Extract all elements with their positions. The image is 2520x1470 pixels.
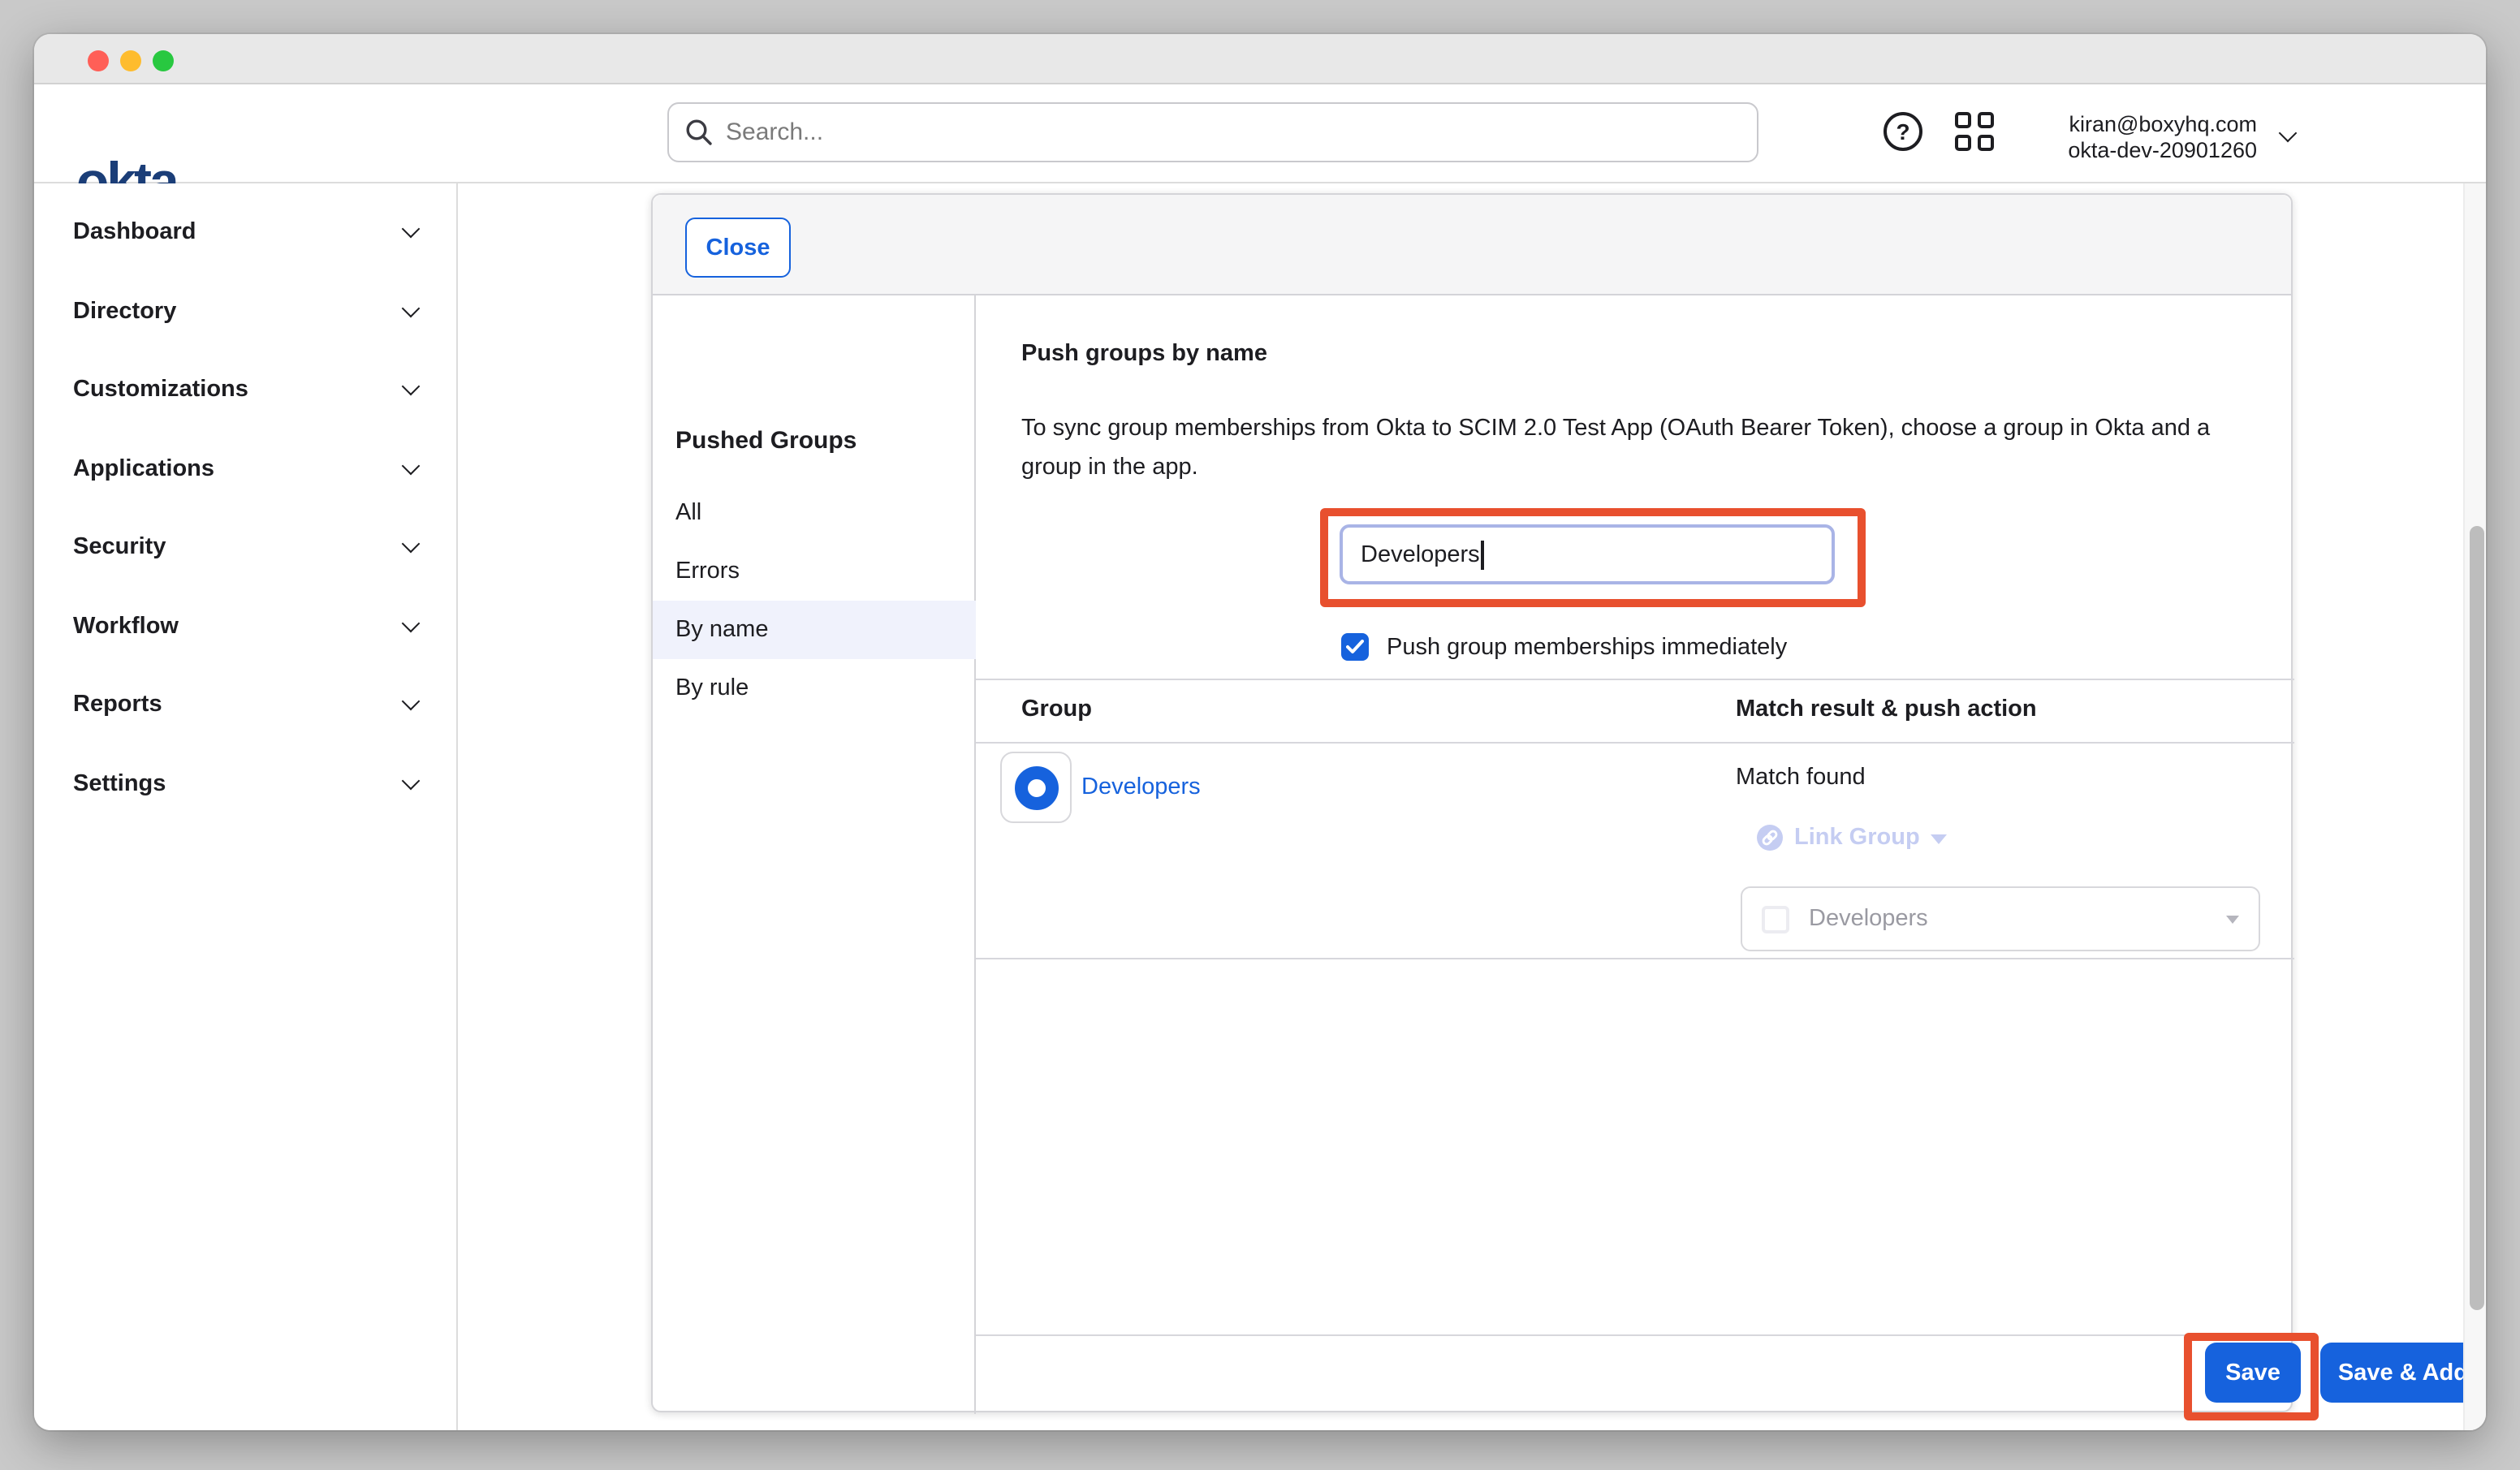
link-icon [1757,825,1783,851]
push-immediately-label: Push group memberships immediately [1387,635,1787,661]
chevron-down-icon [402,220,421,239]
panel-header: Close [653,195,2291,295]
scrollbar-thumb[interactable] [2469,526,2483,1310]
subnav-item-by-name[interactable]: By name [653,601,976,659]
table-top-border [976,679,2294,680]
apps-grid-icon[interactable] [1955,112,1994,151]
chevron-down-icon [402,692,421,711]
subnav-title: Pushed Groups [675,427,857,455]
sidebar-item-customizations[interactable]: Customizations [34,351,456,429]
sidebar-item-dashboard[interactable]: Dashboard [34,193,456,272]
link-group-dropdown[interactable]: Link Group [1757,825,1948,851]
app-group-select[interactable]: Developers [1741,886,2260,951]
column-header-match: Match result & push action [1736,696,2037,722]
window-minimize-button[interactable] [120,50,141,71]
push-groups-panel: Close Pushed Groups All Errors By name B… [651,193,2293,1412]
window-titlebar [34,34,2486,84]
search-icon [685,119,713,146]
subnav-item-by-rule[interactable]: By rule [653,659,976,718]
sidebar-nav: Dashboard Directory Customizations Appli… [34,183,458,1430]
sidebar-item-reports[interactable]: Reports [34,666,456,744]
save-button[interactable]: Save [2205,1343,2301,1403]
app-group-select-value: Developers [1809,906,2226,932]
table-header-border [976,742,2294,744]
sidebar-item-workflow[interactable]: Workflow [34,587,456,666]
group-avatar-icon [1014,765,1058,809]
desktop: okta ? kiran@boxyhq.com okta-dev-2090126… [0,0,2520,1470]
table-row-border [976,958,2294,959]
sidebar-item-security[interactable]: Security [34,508,456,587]
chevron-down-icon [402,456,421,475]
caret-down-icon [2226,915,2239,923]
column-header-group: Group [1021,696,1092,722]
group-name-input-value: Developers [1361,541,1480,567]
push-immediately-checkbox[interactable] [1341,633,1369,661]
link-group-label: Link Group [1794,825,1920,851]
chevron-down-icon [402,377,421,396]
pushed-groups-subnav: Pushed Groups All Errors By name By rule [653,295,976,1414]
sidebar-item-directory[interactable]: Directory [34,272,456,351]
sidebar-item-applications[interactable]: Applications [34,429,456,508]
account-menu[interactable]: kiran@boxyhq.com okta-dev-20901260 [2068,112,2257,162]
account-email: kiran@boxyhq.com [2068,112,2257,137]
chevron-down-icon [402,535,421,554]
close-button[interactable]: Close [685,218,791,278]
chevron-down-icon [402,771,421,790]
save-add-another-button[interactable]: Save & Add Another [2320,1343,2486,1403]
section-heading: Push groups by name [1021,341,1267,367]
browser-window: okta ? kiran@boxyhq.com okta-dev-2090126… [34,34,2486,1430]
group-name-link[interactable]: Developers [1081,774,1201,800]
group-name-input[interactable]: Developers [1340,524,1835,584]
app-header: okta ? kiran@boxyhq.com okta-dev-2090126… [34,84,2486,183]
subnav-item-errors[interactable]: Errors [653,542,976,601]
sidebar-item-settings[interactable]: Settings [34,744,456,823]
help-icon[interactable]: ? [1884,112,1922,151]
push-by-name-section: Push groups by name To sync group member… [977,295,2294,1414]
window-close-button[interactable] [88,50,109,71]
chevron-down-icon [402,299,421,317]
section-description: To sync group memberships from Okta to S… [1021,409,2259,487]
search-input[interactable] [726,119,1741,146]
caret-down-icon [1931,834,1948,844]
text-cursor [1482,540,1484,569]
check-icon [1346,640,1364,654]
scrollbar-track[interactable] [2463,183,2486,1430]
chevron-down-icon [402,614,421,632]
global-search[interactable] [667,102,1758,162]
account-org: okta-dev-20901260 [2068,137,2257,162]
chevron-down-icon[interactable] [2279,124,2298,143]
footer-divider [976,1334,2294,1336]
group-avatar [1000,752,1072,823]
subnav-item-all[interactable]: All [653,484,976,542]
match-status: Match found [1736,765,1866,791]
app-group-checkbox-icon [1762,905,1789,933]
window-zoom-button[interactable] [153,50,174,71]
